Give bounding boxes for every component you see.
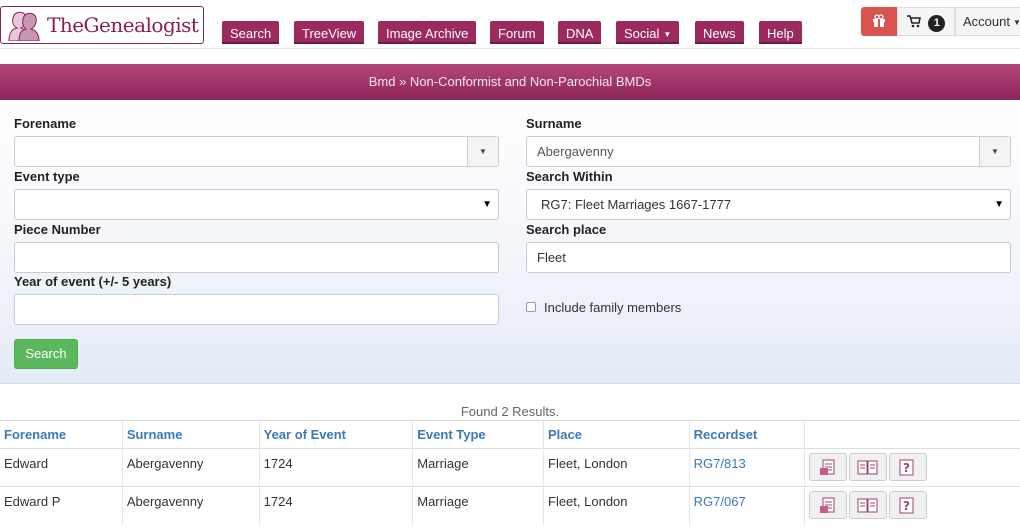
surname-value: Abergavenny xyxy=(537,144,614,159)
chevron-down-icon: ▼ xyxy=(991,147,999,156)
event-type-label: Event type xyxy=(14,169,80,184)
nav-news[interactable]: News xyxy=(695,21,744,44)
forename-dropdown-button[interactable]: ▼ xyxy=(467,137,498,166)
document-icon xyxy=(819,497,835,513)
cell-surname: Abergavenny xyxy=(122,448,260,487)
account-label: Account xyxy=(963,14,1010,29)
nav-forum[interactable]: Forum xyxy=(490,21,544,44)
cell-place: Fleet, London xyxy=(543,486,690,525)
search-place-value: Fleet xyxy=(537,250,566,265)
surname-label: Surname xyxy=(526,116,582,131)
cell-recordset-link[interactable]: RG7/067 xyxy=(689,486,805,525)
top-navigation-bar: TheGenealogist Search TreeView Image Arc… xyxy=(0,0,1020,49)
svg-text:?: ? xyxy=(903,499,910,513)
piece-number-label: Piece Number xyxy=(14,222,101,237)
nav-dna[interactable]: DNA xyxy=(558,21,602,44)
year-of-event-input[interactable] xyxy=(14,294,499,325)
cart-count-badge: 1 xyxy=(928,15,946,32)
forename-label: Forename xyxy=(14,116,77,131)
search-within-select[interactable]: RG7: Fleet Marriages 1667-1777 ▼ xyxy=(526,189,1011,220)
more-info-button[interactable]: ? xyxy=(888,491,927,519)
results-summary: Found 2 Results. xyxy=(460,404,560,419)
cell-actions: ? xyxy=(804,486,1020,525)
cell-actions: ? xyxy=(804,448,1020,487)
select-arrow-icon: ▼ xyxy=(994,199,1004,210)
forename-input[interactable]: ▼ xyxy=(14,136,499,167)
svg-text:?: ? xyxy=(903,461,910,475)
cell-event-type: Marriage xyxy=(412,448,544,487)
column-header-surname[interactable]: Surname xyxy=(122,420,260,449)
help-document-icon: ? xyxy=(899,459,914,476)
gift-icon xyxy=(873,14,885,27)
chevron-down-icon: ▼ xyxy=(663,30,672,39)
results-header-row: Forename Surname Year of Event Event Typ… xyxy=(0,420,1020,449)
cell-forename: Edward xyxy=(0,448,123,487)
site-logo[interactable]: TheGenealogist xyxy=(0,6,204,44)
search-button[interactable]: Search xyxy=(14,339,78,369)
account-button[interactable]: Account ▼ xyxy=(955,7,1020,36)
logo-silhouette-icon xyxy=(8,11,40,41)
chevron-down-icon: ▼ xyxy=(479,147,487,156)
column-header-actions xyxy=(804,420,1020,449)
results-table: Forename Surname Year of Event Event Typ… xyxy=(0,420,1020,525)
search-within-value: RG7: Fleet Marriages 1667-1777 xyxy=(541,197,732,212)
cart-button[interactable]: 1 xyxy=(897,7,955,36)
nav-image-archive[interactable]: Image Archive xyxy=(378,21,477,44)
more-info-button[interactable]: ? xyxy=(888,453,927,481)
column-header-place[interactable]: Place xyxy=(543,420,690,449)
nav-treeview[interactable]: TreeView xyxy=(294,21,365,44)
column-header-year[interactable]: Year of Event xyxy=(259,420,414,449)
select-arrow-icon: ▼ xyxy=(482,199,492,210)
nav-social[interactable]: Social ▼ xyxy=(616,21,680,44)
cart-icon xyxy=(906,15,921,28)
logo-text: TheGenealogist xyxy=(47,13,199,37)
help-document-icon: ? xyxy=(899,497,914,514)
book-icon xyxy=(857,498,878,513)
view-transcript-button[interactable] xyxy=(808,491,847,519)
piece-number-input[interactable] xyxy=(14,242,499,273)
search-within-label: Search Within xyxy=(526,169,613,184)
search-place-input[interactable]: Fleet xyxy=(526,242,1011,273)
breadcrumb: Bmd » Non-Conformist and Non-Parochial B… xyxy=(0,64,1020,100)
view-transcript-button[interactable] xyxy=(808,453,847,481)
year-of-event-label: Year of event (+/- 5 years) xyxy=(14,274,172,289)
cell-recordset-link[interactable]: RG7/813 xyxy=(689,448,805,487)
table-row: Edward Abergavenny 1724 Marriage Fleet, … xyxy=(0,448,1020,487)
cell-place: Fleet, London xyxy=(543,448,690,487)
document-icon xyxy=(819,459,835,475)
nav-search[interactable]: Search xyxy=(222,21,280,44)
surname-dropdown-button[interactable]: ▼ xyxy=(979,137,1010,166)
nav-help[interactable]: Help xyxy=(759,21,802,44)
column-header-forename[interactable]: Forename xyxy=(0,420,123,449)
chevron-down-icon: ▼ xyxy=(1012,18,1020,27)
cell-year: 1724 xyxy=(259,448,414,487)
column-header-event-type[interactable]: Event Type xyxy=(412,420,544,449)
view-image-button[interactable] xyxy=(848,453,887,481)
event-type-select[interactable]: ▼ xyxy=(14,189,499,220)
include-family-checkbox[interactable] xyxy=(526,302,536,312)
view-image-button[interactable] xyxy=(848,491,887,519)
column-header-recordset[interactable]: Recordset xyxy=(689,420,805,449)
gift-button[interactable] xyxy=(861,7,897,36)
book-icon xyxy=(857,460,878,475)
cell-forename: Edward P xyxy=(0,486,123,525)
cell-event-type: Marriage xyxy=(412,486,544,525)
include-family-label: Include family members xyxy=(544,300,682,315)
search-place-label: Search place xyxy=(526,222,607,237)
table-row: Edward P Abergavenny 1724 Marriage Fleet… xyxy=(0,486,1020,525)
nav-social-label: Social xyxy=(624,26,660,41)
cell-surname: Abergavenny xyxy=(122,486,260,525)
cell-year: 1724 xyxy=(259,486,414,525)
surname-input[interactable]: Abergavenny ▼ xyxy=(526,136,1011,167)
